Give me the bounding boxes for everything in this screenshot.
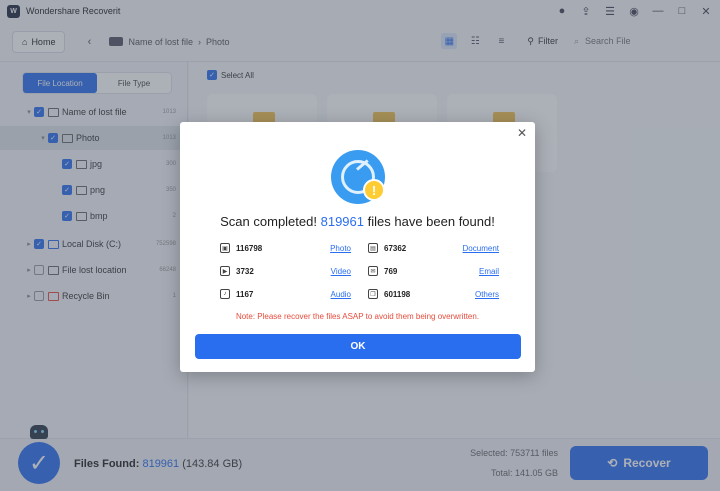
stat-photo: ▣ 116798 Photo [220, 238, 359, 258]
ok-button[interactable]: OK [195, 334, 521, 359]
stat-email: ✉ 769 Email [368, 261, 507, 281]
stat-audio: ♪ 1167 Audio [220, 284, 359, 304]
stats-grid: ▣ 116798 Photo ▤ 67362 Document ▶ 3732 V… [220, 238, 499, 308]
stat-count: 1167 [236, 289, 254, 299]
overwrite-note: Note: Please recover the files ASAP to a… [235, 312, 480, 321]
document-icon: ▤ [368, 243, 378, 253]
stat-others: ❐ 601198 Others [368, 284, 507, 304]
dialog-title-suffix: files have been found! [367, 214, 495, 229]
dialog-title-prefix: Scan completed! [220, 214, 317, 229]
video-icon: ▶ [220, 266, 230, 276]
others-icon: ❐ [368, 289, 378, 299]
dialog-title: Scan completed! 819961 files have been f… [180, 214, 535, 229]
stat-link-audio[interactable]: Audio [331, 290, 351, 299]
image-icon: ▣ [220, 243, 230, 253]
dialog-title-count: 819961 [320, 214, 364, 229]
stat-link-document[interactable]: Document [463, 244, 499, 253]
warning-icon: ! [363, 179, 385, 201]
stat-count: 116798 [236, 243, 263, 253]
audio-icon: ♪ [220, 289, 230, 299]
close-icon[interactable]: ✕ [517, 126, 527, 140]
stat-link-others[interactable]: Others [475, 290, 499, 299]
stat-count: 3732 [236, 266, 254, 276]
stat-count: 601198 [384, 289, 411, 299]
stat-count: 769 [384, 266, 398, 276]
stat-count: 67362 [384, 243, 407, 253]
scan-complete-dialog: ✕ ! Scan completed! 819961 files have be… [180, 122, 535, 372]
stat-video: ▶ 3732 Video [220, 261, 359, 281]
stat-link-photo[interactable]: Photo [330, 244, 351, 253]
stat-link-video[interactable]: Video [331, 267, 351, 276]
stat-document: ▤ 67362 Document [368, 238, 507, 258]
email-icon: ✉ [368, 266, 378, 276]
stat-link-email[interactable]: Email [479, 267, 499, 276]
